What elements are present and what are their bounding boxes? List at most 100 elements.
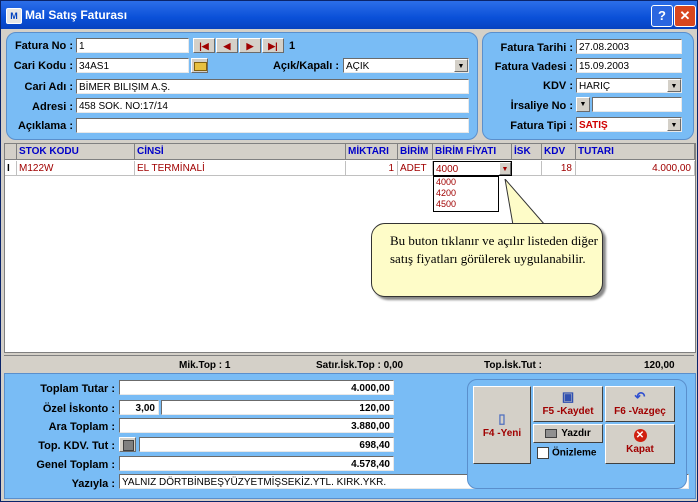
grid-header-miktari[interactable]: MİKTARI — [346, 144, 398, 160]
chevron-down-icon[interactable]: ▼ — [454, 59, 468, 72]
kdv-label: KDV : — [543, 80, 573, 92]
calculator-icon — [123, 440, 134, 451]
floppy-disk-icon: ▣ — [561, 389, 575, 404]
close-button[interactable]: ✕ Kapat — [605, 424, 675, 464]
cell-miktari[interactable]: 1 — [346, 161, 398, 176]
satir-isk-top: Satır.İsk.Top : 0,00 — [316, 360, 404, 371]
top-kdv-label: Top. KDV. Tut : — [38, 440, 115, 452]
price-option[interactable]: 4000 — [434, 177, 498, 188]
cell-birim-fiyati[interactable]: 4000 ▼ — [433, 161, 512, 176]
cell-birim[interactable]: ADET — [398, 161, 433, 176]
grid-header-kdv[interactable]: KDV — [542, 144, 576, 160]
genel-toplam-label: Genel Toplam : — [36, 459, 115, 471]
grid-header-isk[interactable]: İSK — [512, 144, 542, 160]
adres-field[interactable]: 458 SOK. NO:17/14 — [76, 98, 469, 113]
cancel-button-label: F6 -Vazgeç — [614, 406, 666, 417]
fatura-no-field[interactable]: 1 — [76, 38, 189, 53]
price-option[interactable]: 4500 — [434, 199, 498, 210]
save-button[interactable]: ▣ F5 -Kaydet — [533, 386, 603, 422]
cell-cinsi[interactable]: EL TERMİNALİ — [135, 161, 346, 176]
invoice-window: M Mal Satış Faturası ? ✕ Fatura No : 1 |… — [0, 0, 698, 502]
new-button-label: F4 -Yeni — [482, 428, 522, 439]
preview-checkbox[interactable] — [537, 447, 549, 459]
page-number: 1 — [289, 40, 296, 52]
yazila-label: Yazıyla : — [71, 478, 115, 490]
adres-label: Adresi : — [32, 101, 73, 113]
folder-icon — [194, 62, 207, 71]
print-button[interactable]: Yazdır — [533, 424, 603, 443]
preview-checkbox-row[interactable]: Önizleme — [537, 447, 596, 459]
printer-icon — [545, 428, 558, 438]
grid-header-stok-kodu[interactable]: STOK KODU — [17, 144, 135, 160]
cell-tutari[interactable]: 4.000,00 — [576, 161, 695, 176]
fatura-vadesi-label: Fatura Vadesi : — [494, 61, 573, 73]
close-button-label: Kapat — [626, 444, 654, 455]
cari-kodu-field[interactable]: 34AS1 — [76, 58, 189, 73]
new-button[interactable]: ▯ F4 -Yeni — [473, 386, 531, 464]
price-option[interactable]: 4200 — [434, 188, 498, 199]
ara-toplam-field: 3.880,00 — [119, 418, 394, 433]
chevron-down-icon[interactable]: ▼ — [667, 118, 681, 131]
first-record-button[interactable]: |◀ — [193, 38, 215, 53]
app-icon: M — [6, 8, 22, 24]
grid-header-birim[interactable]: BİRİM — [398, 144, 433, 160]
acik-kapali-select[interactable]: AÇIK ▼ — [343, 58, 469, 73]
top-kdv-field: 698,40 — [139, 437, 394, 452]
birim-fiyati-value: 4000 — [436, 164, 459, 175]
grid-header-birim-fiyati[interactable]: BİRİM FİYATI — [433, 144, 512, 160]
cell-isk[interactable] — [512, 161, 542, 176]
grid-header-indicator — [5, 144, 17, 160]
acik-kapali-value: AÇIK — [346, 61, 370, 72]
fatura-tipi-select[interactable]: SATIŞ ▼ — [576, 117, 682, 132]
callout-pointer — [504, 179, 547, 226]
fatura-vadesi-field[interactable]: 15.09.2003 — [576, 58, 682, 73]
cari-kodu-label: Cari Kodu : — [13, 60, 73, 72]
ozel-iskonto-label: Özel İskonto : — [42, 403, 115, 415]
top-isk-tut-label: Top.İsk.Tut : — [484, 360, 542, 371]
preview-checkbox-label: Önizleme — [552, 447, 597, 459]
fatura-no-label: Fatura No : — [14, 40, 73, 52]
irsaliye-dropdown-button[interactable]: ▼ — [576, 97, 590, 112]
kdv-detail-button[interactable] — [119, 437, 136, 452]
last-record-button[interactable]: ▶| — [262, 38, 284, 53]
new-document-icon: ▯ — [498, 411, 506, 426]
chevron-down-icon[interactable]: ▼ — [667, 79, 681, 92]
next-record-button[interactable]: ▶ — [239, 38, 261, 53]
price-dropdown-button[interactable]: ▼ — [499, 162, 511, 175]
kdv-value: HARIÇ — [579, 81, 611, 92]
kdv-select[interactable]: HARIÇ ▼ — [576, 78, 682, 93]
close-window-button[interactable]: ✕ — [674, 5, 696, 27]
close-icon: ✕ — [633, 429, 647, 442]
cari-adi-field[interactable]: BİMER BILIŞIM A.Ş. — [76, 79, 469, 94]
cell-kdv[interactable]: 18 — [542, 161, 576, 176]
price-options-list: 4000 4200 4500 — [433, 176, 499, 212]
genel-toplam-field: 4.578,40 — [119, 456, 394, 471]
cell-stok-kodu[interactable]: M122W — [17, 161, 135, 176]
print-button-label: Yazdır — [561, 428, 591, 439]
ozel-iskonto-field: 120,00 — [161, 400, 394, 415]
grid-header-tutari[interactable]: TUTARI — [576, 144, 695, 160]
cari-adi-label: Cari Adı : — [24, 81, 74, 93]
title-bar: M Mal Satış Faturası ? ✕ — [1, 1, 697, 29]
irsaliye-label: İrsaliye No : — [510, 100, 573, 112]
help-button[interactable]: ? — [651, 5, 673, 27]
row-indicator: I — [5, 161, 17, 176]
ozel-iskonto-rate-field[interactable]: 3,00 — [119, 400, 159, 415]
cancel-button[interactable]: ↶ F6 -Vazgeç — [605, 386, 675, 422]
acik-kapali-label: Açık/Kapalı : — [272, 60, 339, 72]
aciklama-field[interactable] — [76, 118, 469, 133]
window-title: Mal Satış Faturası — [25, 8, 128, 22]
mik-top: Mik.Top : 1 — [179, 360, 231, 371]
toplam-tutar-label: Toplam Tutar : — [40, 383, 115, 395]
fatura-tipi-value: SATIŞ — [579, 120, 608, 131]
ara-toplam-label: Ara Toplam : — [48, 421, 115, 433]
top-isk-tut-value: 120,00 — [644, 360, 675, 371]
folder-open-button[interactable] — [191, 58, 208, 73]
summary-bar: Mik.Top : 1 Satır.İsk.Top : 0,00 Top.İsk… — [4, 355, 694, 374]
fatura-tarihi-field[interactable]: 27.08.2003 — [576, 39, 682, 54]
grid-header-cinsi[interactable]: CİNSİ — [135, 144, 346, 160]
undo-icon: ↶ — [634, 389, 646, 404]
fatura-tarihi-label: Fatura Tarihi : — [500, 42, 573, 54]
irsaliye-field[interactable] — [592, 97, 682, 112]
prev-record-button[interactable]: ◀ — [216, 38, 238, 53]
